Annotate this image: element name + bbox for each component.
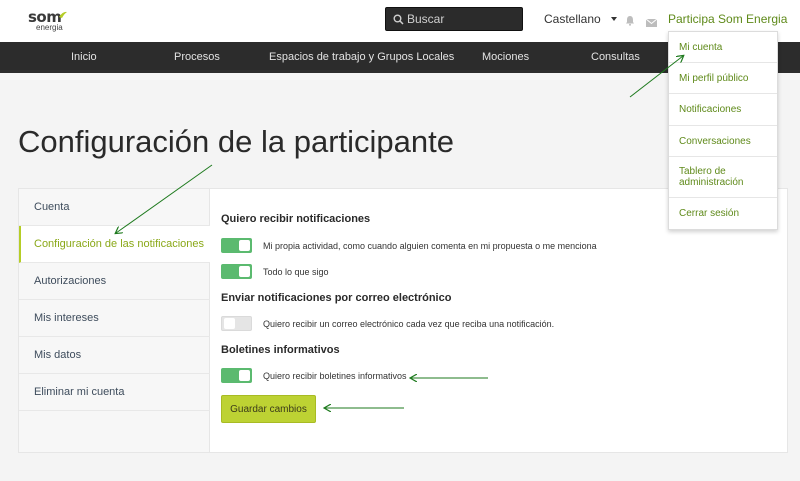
page-title: Configuración de la participante	[18, 124, 454, 159]
option-email: Quiero recibir un correo electrónico cad…	[221, 316, 554, 331]
section-title-email: Enviar notificaciones por correo electró…	[221, 292, 452, 304]
som-energia-logo[interactable]: som energia	[28, 8, 78, 32]
option-following: Todo lo que sigo	[221, 264, 329, 279]
following-label: Todo lo que sigo	[263, 266, 329, 277]
nav-item-espacios[interactable]: Espacios de trabajo y Grupos Locales	[269, 51, 454, 63]
language-selector[interactable]: Castellano	[544, 12, 617, 26]
nav-item-inicio[interactable]: Inicio	[71, 51, 97, 63]
sidebar-item-notificaciones[interactable]: Configuración de las notificaciones	[19, 226, 210, 263]
newsletter-toggle[interactable]	[221, 368, 252, 383]
dropdown-item-mi-cuenta[interactable]: Mi cuenta	[669, 32, 777, 63]
language-label: Castellano	[544, 12, 601, 26]
save-button[interactable]: Guardar cambios	[221, 395, 316, 423]
dropdown-item-admin[interactable]: Tablero de administración	[669, 157, 777, 198]
search-box[interactable]	[385, 7, 523, 31]
toggle-knob	[239, 370, 250, 381]
search-icon	[389, 14, 407, 25]
logo-subtext: energia	[36, 23, 63, 32]
search-input[interactable]	[407, 12, 517, 26]
logo-swoosh-icon	[59, 11, 67, 18]
dropdown-item-perfil[interactable]: Mi perfil público	[669, 63, 777, 94]
own-activity-toggle[interactable]	[221, 238, 252, 253]
sidebar-item-intereses[interactable]: Mis intereses	[19, 300, 210, 337]
newsletter-label: Quiero recibir boletines informativos	[263, 370, 407, 381]
settings-sidebar: Cuenta Configuración de las notificacion…	[19, 189, 210, 452]
sidebar-item-eliminar[interactable]: Eliminar mi cuenta	[19, 374, 210, 411]
toggle-knob	[239, 240, 250, 251]
email-label: Quiero recibir un correo electrónico cad…	[263, 318, 555, 329]
option-own-activity: Mi propia actividad, como cuando alguien…	[221, 238, 597, 253]
toggle-knob	[239, 266, 250, 277]
bell-icon[interactable]	[625, 13, 635, 31]
user-dropdown-menu: Mi cuenta Mi perfil público Notificacion…	[668, 31, 778, 230]
user-menu-link[interactable]: Participa Som Energia	[668, 12, 787, 26]
following-toggle[interactable]	[221, 264, 252, 279]
dropdown-item-notificaciones[interactable]: Notificaciones	[669, 94, 777, 126]
sidebar-item-cuenta[interactable]: Cuenta	[19, 189, 210, 226]
dropdown-item-cerrar-sesion[interactable]: Cerrar sesión	[669, 198, 777, 229]
section-title-notifications: Quiero recibir notificaciones	[221, 213, 371, 225]
email-toggle[interactable]	[221, 316, 252, 331]
chevron-down-icon	[610, 17, 617, 21]
section-title-newsletter: Boletines informativos	[221, 344, 340, 356]
toggle-knob	[224, 318, 235, 329]
mail-icon[interactable]	[645, 14, 658, 32]
dropdown-item-conversaciones[interactable]: Conversaciones	[669, 126, 777, 157]
nav-item-procesos[interactable]: Procesos	[174, 51, 220, 63]
sidebar-item-autorizaciones[interactable]: Autorizaciones	[19, 263, 210, 300]
sidebar-item-datos[interactable]: Mis datos	[19, 337, 210, 374]
own-activity-label: Mi propia actividad, como cuando alguien…	[263, 240, 597, 251]
nav-item-consultas[interactable]: Consultas	[591, 51, 640, 63]
nav-item-mociones[interactable]: Mociones	[482, 51, 529, 63]
option-newsletter: Quiero recibir boletines informativos	[221, 368, 407, 383]
